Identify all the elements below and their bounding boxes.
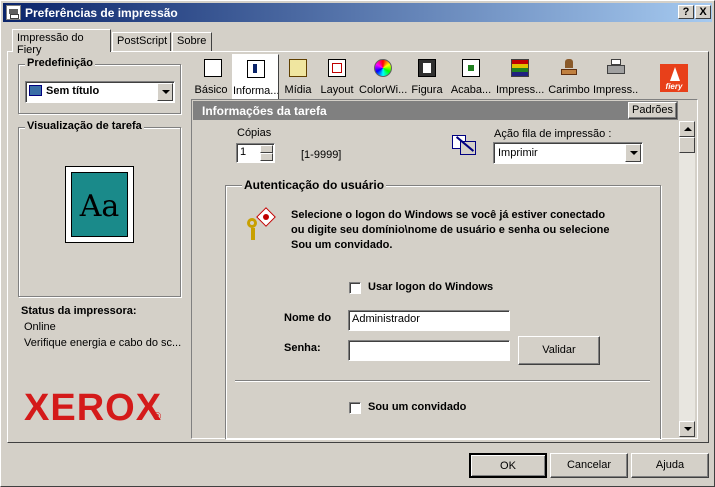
ok-button[interactable]: OK xyxy=(469,453,547,478)
copies-input[interactable]: 1 xyxy=(236,143,275,163)
toolbar-item-label: ColorWi... xyxy=(359,84,407,96)
chevron-down-icon[interactable] xyxy=(625,144,641,162)
use-windows-logon-checkbox[interactable] xyxy=(349,282,361,294)
print-quality-icon xyxy=(511,59,529,77)
auth-description: Selecione o logon do Windows se você já … xyxy=(291,209,610,251)
defaults-button[interactable]: Padrões xyxy=(628,102,677,119)
toolbar-item-label: Acaba... xyxy=(450,84,492,96)
section-header: Informações da tarefa Padrões xyxy=(193,101,678,120)
preset-value: Sem título xyxy=(46,85,100,97)
preview-group-label: Visualização de tarefa xyxy=(25,120,144,132)
name-field[interactable]: Administrador xyxy=(348,310,510,331)
toolbar-item-info[interactable]: Informa... xyxy=(232,54,279,100)
image-icon xyxy=(418,59,436,77)
page-icon xyxy=(204,59,222,77)
copies-down-button[interactable] xyxy=(260,153,273,161)
queue-action-label: Ação fila de impressão : xyxy=(494,128,612,140)
preset-group-label: Predefinição xyxy=(25,57,96,69)
queue-action-value: Imprimir xyxy=(498,147,538,159)
preset-select[interactable]: Sem título xyxy=(25,81,175,103)
password-field[interactable] xyxy=(348,340,510,361)
printer-icon xyxy=(607,59,625,77)
toolbar-item-label: Layout xyxy=(320,84,354,96)
toolbar-item-colorwise[interactable]: ColorWi... xyxy=(359,55,407,99)
registered-mark: ® xyxy=(153,411,162,423)
toolbar-item-layout[interactable]: Layout xyxy=(318,55,356,99)
job-preview-page: Aa xyxy=(65,166,134,243)
media-icon xyxy=(289,59,307,77)
toolbar-item-printer[interactable]: Impress... xyxy=(593,55,639,99)
copies-value: 1 xyxy=(240,146,247,158)
printer-status-label: Status da impressora: xyxy=(21,305,137,317)
auth-group-label: Autenticação do usuário xyxy=(242,178,387,192)
cancel-button[interactable]: Cancelar xyxy=(550,453,628,478)
tab-fiery-printing[interactable]: Impressão do Fiery xyxy=(12,29,111,56)
toolbar-item-label: Informa... xyxy=(233,85,278,97)
toolbar-item-basic[interactable]: Básico xyxy=(193,55,229,99)
name-label: Nome do xyxy=(284,312,332,324)
scroll-down-button[interactable] xyxy=(679,421,695,437)
password-label: Senha: xyxy=(284,342,321,354)
toolbar-item-label: Impress... xyxy=(496,84,544,96)
toolbar-item-finishing[interactable]: Acaba... xyxy=(449,55,493,99)
scroll-thumb[interactable] xyxy=(679,137,695,153)
name-value: Administrador xyxy=(352,313,420,325)
toolbar-item-label: Impress... xyxy=(593,84,639,96)
help-button[interactable]: Ajuda xyxy=(631,453,709,478)
status-line-check: Verifique energia e cabo do sc... xyxy=(24,337,182,349)
toolbar-item-print-quality[interactable]: Impress... xyxy=(496,55,544,99)
tab-postscript[interactable]: PostScript xyxy=(112,32,171,51)
preview-sample-text: Aa xyxy=(79,189,120,224)
key-icon xyxy=(245,207,276,240)
info-icon xyxy=(247,60,265,78)
queue-action-icon xyxy=(450,133,478,157)
close-title-button[interactable]: X xyxy=(695,5,711,19)
stamp-icon xyxy=(560,59,578,77)
vertical-scrollbar[interactable] xyxy=(679,121,695,437)
window-title: Preferências de impressão xyxy=(25,6,178,20)
toolbar-item-label: Mídia xyxy=(284,84,312,96)
chevron-down-icon[interactable] xyxy=(157,83,173,101)
guest-label: Sou um convidado xyxy=(368,401,467,413)
xerox-logo: XEROX xyxy=(24,387,163,429)
validate-button[interactable]: Validar xyxy=(518,336,600,365)
scroll-up-button[interactable] xyxy=(679,121,695,137)
fiery-logo-text: fiery xyxy=(665,82,683,91)
guest-checkbox[interactable] xyxy=(349,402,361,414)
queue-action-select[interactable]: Imprimir xyxy=(493,142,643,164)
divider xyxy=(235,380,650,382)
computer-icon xyxy=(29,85,42,96)
copies-range: [1-9999] xyxy=(301,149,342,161)
title-bar[interactable]: Preferências de impressão ? X xyxy=(3,3,712,22)
section-title: Informações da tarefa xyxy=(202,104,327,118)
finishing-icon xyxy=(462,59,480,77)
tab-about[interactable]: Sobre xyxy=(172,32,212,51)
preview-image: Aa xyxy=(71,172,128,237)
fiery-logo-icon: fiery xyxy=(660,64,688,92)
copies-label: Cópias xyxy=(237,127,272,139)
toolbar-item-stamp[interactable]: Carimbo xyxy=(547,55,591,99)
printer-app-icon xyxy=(6,5,21,20)
colorwise-icon xyxy=(374,59,392,77)
toolbar-item-label: Figura xyxy=(411,84,443,96)
status-line-online: Online xyxy=(24,321,56,333)
layout-icon xyxy=(328,59,346,77)
toolbar-item-image[interactable]: Figura xyxy=(410,55,444,99)
copies-up-button[interactable] xyxy=(260,145,273,153)
use-windows-logon-label: Usar logon do Windows xyxy=(368,281,494,293)
toolbar-item-label: Básico xyxy=(194,84,228,96)
help-title-button[interactable]: ? xyxy=(678,5,694,19)
toolbar-item-media[interactable]: Mídia xyxy=(282,55,314,99)
print-preferences-window: Preferências de impressão ? X Impressão … xyxy=(0,0,715,487)
toolbar-item-label: Carimbo xyxy=(548,84,590,96)
